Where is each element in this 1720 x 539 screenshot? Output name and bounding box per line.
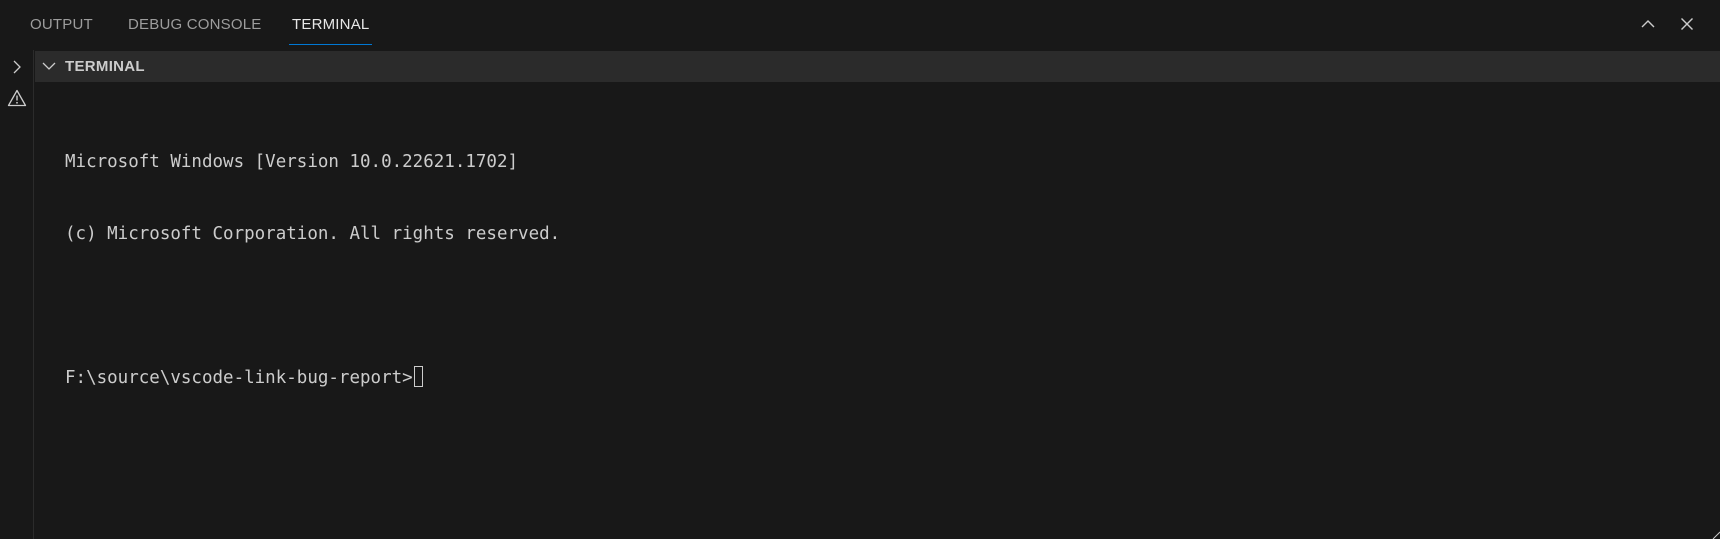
panel-tab-bar: OUTPUT DEBUG CONSOLE TERMINAL	[0, 0, 1720, 50]
terminal-prompt-line: F:\source\vscode-link-bug-report>	[65, 366, 560, 390]
chevron-down-icon	[42, 62, 56, 70]
chevron-right-icon	[13, 60, 21, 74]
terminal-prompt: F:\source\vscode-link-bug-report>	[65, 368, 413, 388]
warning-icon	[7, 89, 27, 107]
maximize-panel-button[interactable]	[1634, 10, 1662, 38]
terminal-view[interactable]: Microsoft Windows [Version 10.0.22621.17…	[35, 82, 1720, 539]
terminal-section-header[interactable]: TERMINAL	[35, 51, 1720, 82]
tab-terminal[interactable]: TERMINAL	[288, 15, 373, 45]
close-icon	[1681, 18, 1693, 30]
left-strip	[0, 50, 34, 539]
tab-debug-console[interactable]: DEBUG CONSOLE	[128, 15, 261, 45]
expand-button[interactable]	[4, 54, 30, 80]
panel: OUTPUT DEBUG CONSOLE TERMINAL TERMINAL M…	[0, 0, 1720, 539]
close-panel-button[interactable]	[1673, 10, 1701, 38]
resize-grip-icon[interactable]	[1712, 531, 1720, 539]
terminal-cursor	[413, 366, 423, 387]
chevron-up-icon	[1641, 20, 1655, 28]
tab-output[interactable]: OUTPUT	[30, 15, 93, 45]
terminal-line: (c) Microsoft Corporation. All rights re…	[65, 224, 561, 244]
problems-button[interactable]	[4, 85, 30, 111]
terminal-output: Microsoft Windows [Version 10.0.22621.17…	[65, 102, 560, 438]
section-title: TERMINAL	[65, 58, 145, 75]
terminal-line: Microsoft Windows [Version 10.0.22621.17…	[65, 152, 519, 172]
